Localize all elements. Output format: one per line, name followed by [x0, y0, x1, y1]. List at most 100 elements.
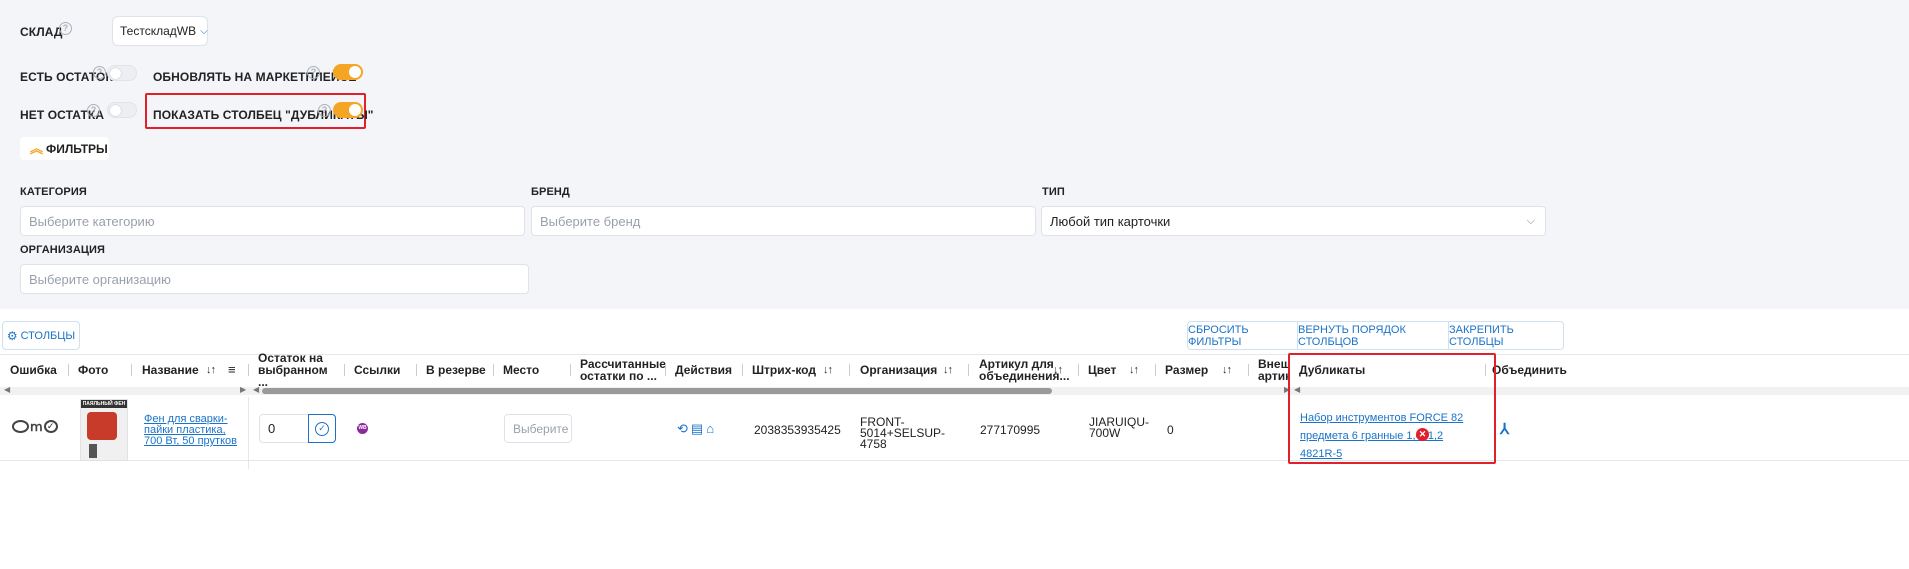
- brand-input[interactable]: Выберите бренд: [531, 206, 1036, 236]
- column-header-stock-selected[interactable]: Остаток на выбранном ...: [258, 352, 338, 388]
- update-marketplace-help-icon[interactable]: ?: [307, 66, 320, 79]
- heat-gun-handle: [89, 444, 97, 458]
- sort-icon[interactable]: ↓↑: [1129, 354, 1139, 386]
- brand-label: БРЕНД: [531, 186, 570, 198]
- restore-column-order-button[interactable]: ВЕРНУТЬ ПОРЯДОК СТОЛБЦОВ: [1298, 321, 1449, 350]
- barcode-cell: 2038353935425: [754, 423, 841, 437]
- column-divider: [493, 364, 494, 376]
- columns-button-label: СТОЛБЦЫ: [20, 329, 76, 342]
- category-label: КАТЕГОРИЯ: [20, 186, 87, 198]
- show-duplicates-toggle[interactable]: [333, 102, 363, 118]
- warehouse-label: СКЛАД: [20, 25, 63, 39]
- scrollbar-thumb[interactable]: [262, 388, 1052, 394]
- center-scrollbar[interactable]: ◀ ▶: [250, 385, 1295, 395]
- column-divider: [1155, 364, 1156, 376]
- scroll-left-icon[interactable]: ◀: [253, 385, 259, 394]
- scroll-left-icon[interactable]: ◀: [4, 385, 10, 394]
- columns-button[interactable]: ⚙ СТОЛБЦЫ: [2, 321, 80, 350]
- column-header-name[interactable]: Название: [142, 354, 199, 386]
- column-header-place[interactable]: Место: [503, 354, 539, 386]
- merge-icon[interactable]: ⅄: [1500, 420, 1509, 438]
- column-divider: [968, 364, 969, 376]
- show-duplicates-help-icon[interactable]: ?: [318, 104, 331, 117]
- pin-columns-button[interactable]: ЗАКРЕПИТЬ СТОЛБЦЫ: [1449, 321, 1564, 350]
- column-header-organization[interactable]: Организация: [860, 354, 937, 386]
- product-photo-caption: ПАЯЛЬНЫЙ ФЕН: [81, 400, 127, 408]
- no-stock-help-icon[interactable]: ?: [87, 104, 100, 117]
- place-select[interactable]: Выберите ...: [504, 414, 572, 443]
- sort-icon[interactable]: ↓↑: [1222, 354, 1232, 386]
- column-divider: [248, 397, 249, 469]
- column-divider: [570, 364, 571, 376]
- column-divider: [248, 364, 249, 376]
- column-divider: [416, 364, 417, 376]
- organization-input[interactable]: Выберите организацию: [20, 264, 529, 294]
- column-divider: [742, 364, 743, 376]
- heat-gun-image: [87, 412, 117, 440]
- confirm-stock-button[interactable]: ✓: [308, 414, 336, 443]
- marketplace-logo-icon: ⅿ: [30, 419, 43, 434]
- type-select-value: Любой тип карточки: [1050, 213, 1171, 229]
- sort-icon[interactable]: ↓↑: [943, 354, 953, 386]
- column-header-photo[interactable]: Фото: [78, 354, 108, 386]
- warehouse-icon[interactable]: ⌂: [706, 421, 714, 437]
- chevron-up-icon: ︽: [30, 140, 44, 156]
- sort-icon[interactable]: ↓↑: [206, 354, 216, 386]
- column-header-reserved[interactable]: В резерве: [426, 354, 486, 386]
- column-header-merge[interactable]: Объединить: [1492, 354, 1567, 386]
- in-stock-help-icon[interactable]: ?: [93, 66, 106, 79]
- column-header-external-article[interactable]: Внешн артику: [1258, 354, 1290, 386]
- update-marketplace-label: ОБНОВЛЯТЬ НА МАРКЕТПЛЕЙСЕ: [153, 70, 357, 84]
- check-logo-icon: ✓: [43, 420, 58, 433]
- scroll-right-icon[interactable]: ▶: [240, 385, 246, 394]
- sort-icon[interactable]: ↓↑: [823, 354, 833, 386]
- history-icon[interactable]: ⟲: [677, 421, 688, 437]
- warehouse-help-icon[interactable]: ?: [59, 22, 72, 35]
- category-input[interactable]: Выберите категорию: [20, 206, 525, 236]
- column-divider: [1078, 364, 1079, 376]
- filters-toggle-button[interactable]: ︽ ФИЛЬТРЫ: [20, 137, 109, 160]
- column-divider: [849, 364, 850, 376]
- ozon-logo-icon: [12, 420, 29, 433]
- gear-icon: ⚙: [6, 328, 18, 343]
- column-divider: [344, 364, 345, 376]
- column-header-actions[interactable]: Действия: [675, 354, 732, 386]
- update-marketplace-toggle[interactable]: [333, 64, 363, 80]
- column-divider: [665, 364, 666, 376]
- store-icon[interactable]: ▤: [691, 421, 703, 437]
- check-circle-icon: ✓: [315, 421, 329, 436]
- size-cell: 0: [1167, 423, 1174, 437]
- organization-label: ОРГАНИЗАЦИЯ: [20, 244, 106, 256]
- filters-button-label: ФИЛЬТРЫ: [46, 141, 108, 156]
- no-stock-toggle[interactable]: [107, 102, 137, 118]
- duplicates-column-highlight: [1288, 353, 1496, 464]
- reset-filters-button[interactable]: СБРОСИТЬ ФИЛЬТРЫ: [1187, 321, 1298, 350]
- column-header-calc-stock[interactable]: Рассчитанные остатки по ...: [580, 354, 666, 386]
- type-select[interactable]: Любой тип карточки ⌵: [1041, 206, 1546, 236]
- product-name-link[interactable]: Фен для сварки-пайки пластика, 700 Вт, 5…: [144, 413, 237, 447]
- filter-icon[interactable]: ≡: [228, 354, 236, 386]
- column-header-size[interactable]: Размер: [1165, 354, 1208, 386]
- column-header-error[interactable]: Ошибка: [10, 354, 57, 386]
- warehouse-select-value: ТестскладWB: [120, 24, 197, 38]
- stock-input[interactable]: 0: [259, 414, 309, 443]
- sort-icon[interactable]: ↓↑: [1053, 354, 1063, 386]
- warehouse-select[interactable]: ТестскладWB ⌵: [112, 16, 208, 46]
- column-header-links[interactable]: Ссылки: [354, 354, 400, 386]
- column-header-article-merge[interactable]: Артикул для объединения...: [979, 354, 1070, 386]
- wb-link-badge[interactable]: WB: [357, 423, 368, 434]
- column-header-color[interactable]: Цвет: [1088, 354, 1116, 386]
- left-scrollbar[interactable]: ◀ ▶: [0, 385, 250, 395]
- column-divider: [131, 364, 132, 376]
- type-label: ТИП: [1042, 186, 1065, 198]
- column-divider: [68, 364, 69, 376]
- color-cell: JIARUIQU-700W: [1089, 415, 1149, 440]
- column-header-barcode[interactable]: Штрих-код: [752, 354, 816, 386]
- error-logos: ⅿ ✓: [12, 420, 58, 433]
- column-divider: [1248, 364, 1249, 376]
- chevron-down-icon: ⌵: [200, 25, 208, 37]
- product-name-cell[interactable]: Фен для сварки-пайки пластика, 700 Вт, 5…: [144, 414, 240, 447]
- in-stock-toggle[interactable]: [107, 65, 137, 81]
- organization-cell: FRONT-5014+SELSUP-4758: [860, 415, 946, 451]
- product-photo[interactable]: ПАЯЛЬНЫЙ ФЕН: [80, 399, 128, 461]
